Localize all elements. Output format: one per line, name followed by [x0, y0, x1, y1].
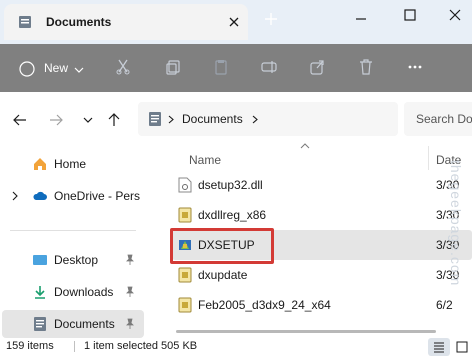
sidebar-item-label: OneDrive - Perso: [54, 189, 140, 203]
sidebar-item-documents[interactable]: Documents: [2, 310, 144, 338]
file-name: dxdllreg_x86: [198, 208, 267, 222]
sort-chevron-icon: [300, 143, 310, 149]
share-icon[interactable]: [308, 58, 326, 76]
breadcrumb-chevron-icon[interactable]: [252, 115, 258, 124]
close-tab-icon[interactable]: [226, 14, 242, 30]
pin-icon[interactable]: [124, 254, 136, 266]
download-icon: [35, 286, 45, 299]
recent-chevron-icon[interactable]: [80, 112, 96, 128]
rename-icon[interactable]: [260, 58, 278, 76]
cloud-icon: [33, 191, 47, 200]
forward-arrow-icon[interactable]: [48, 112, 64, 128]
file-row[interactable]: Feb2005_d3dx9_24_x64 6/2: [172, 290, 472, 320]
new-button-label: New: [44, 61, 69, 75]
status-bar: 159 items 1 item selected 505 KB: [0, 338, 472, 356]
search-placeholder: Search Do: [416, 112, 472, 126]
column-divider[interactable]: [428, 146, 429, 170]
status-selection: 1 item selected 505 KB: [84, 340, 198, 352]
new-tab-icon[interactable]: [264, 12, 278, 26]
cab-file-icon: [178, 207, 192, 223]
file-name: Feb2005_d3dx9_24_x64: [198, 298, 331, 312]
sidebar-item-label: Downloads: [54, 285, 114, 299]
sidebar-item-label: Documents: [54, 317, 115, 331]
file-list: Name Date dsetup32.dll 3/30 dxdllreg_x86…: [146, 143, 472, 338]
sidebar-item-desktop[interactable]: Desktop: [0, 246, 146, 274]
breadcrumb-chevron-icon: [168, 115, 174, 124]
details-view-button[interactable]: [428, 338, 450, 356]
command-bar: New: [0, 44, 472, 92]
sidebar-item-home[interactable]: Home: [0, 150, 146, 178]
tab-title: Documents: [46, 15, 112, 29]
cut-icon[interactable]: [114, 58, 132, 76]
navigation-row: Documents Search Do: [0, 92, 472, 146]
sidebar-item-label: Desktop: [54, 253, 99, 267]
search-input[interactable]: Search Do: [404, 102, 472, 136]
documents-address-icon: [149, 112, 161, 126]
column-header-name[interactable]: Name: [189, 153, 221, 167]
file-name: dsetup32.dll: [198, 178, 263, 192]
tab-documents[interactable]: Documents: [4, 4, 248, 40]
file-row[interactable]: dsetup32.dll 3/30: [172, 170, 472, 200]
watermark: thegeekpage.com: [448, 160, 464, 287]
horizontal-scrollbar[interactable]: [176, 330, 436, 333]
navigation-pane: Home OneDrive - Perso Desktop Downloads: [0, 146, 146, 338]
up-arrow-icon[interactable]: [106, 112, 122, 128]
documents-icon: [34, 317, 46, 331]
minimize-icon[interactable]: [354, 12, 368, 26]
sidebar-item-label: Home: [54, 157, 87, 171]
details-view-icon: [434, 342, 444, 353]
new-plus-icon: [19, 61, 35, 77]
cab-file-icon: [178, 297, 192, 313]
tiles-view-icon: [456, 341, 468, 353]
file-row[interactable]: dxdllreg_x86 3/30: [172, 200, 472, 230]
dll-file-icon: [178, 177, 192, 193]
sidebar-item-onedrive[interactable]: OneDrive - Perso: [0, 182, 146, 210]
home-icon: [34, 158, 46, 170]
delete-icon[interactable]: [357, 58, 375, 76]
file-name: dxupdate: [198, 268, 248, 282]
maximize-icon[interactable]: [403, 8, 417, 22]
file-row[interactable]: dxupdate 3/30: [172, 260, 472, 290]
tiles-view-button[interactable]: [452, 338, 472, 356]
new-button[interactable]: New: [12, 58, 88, 80]
pin-icon[interactable]: [124, 318, 136, 330]
status-separator: [74, 341, 75, 352]
chevron-down-icon: [74, 67, 84, 73]
close-icon[interactable]: [448, 8, 462, 22]
desktop-icon: [33, 255, 47, 265]
back-arrow-icon[interactable]: [12, 112, 28, 128]
pin-icon[interactable]: [124, 286, 136, 298]
more-icon[interactable]: [406, 58, 424, 76]
folder-tab-icon: [19, 16, 31, 28]
title-bar: Documents: [0, 0, 472, 44]
paste-icon[interactable]: [212, 58, 230, 76]
chevron-right-icon[interactable]: [10, 190, 20, 202]
address-bar[interactable]: Documents: [138, 102, 398, 136]
cab-file-icon: [178, 267, 192, 283]
status-item-count: 159 items: [6, 340, 54, 352]
annotation-highlight-box: [170, 228, 274, 264]
sidebar-divider: [10, 230, 136, 231]
copy-icon[interactable]: [164, 58, 182, 76]
sidebar-item-downloads[interactable]: Downloads: [0, 278, 146, 306]
breadcrumb-documents[interactable]: Documents: [182, 112, 243, 126]
